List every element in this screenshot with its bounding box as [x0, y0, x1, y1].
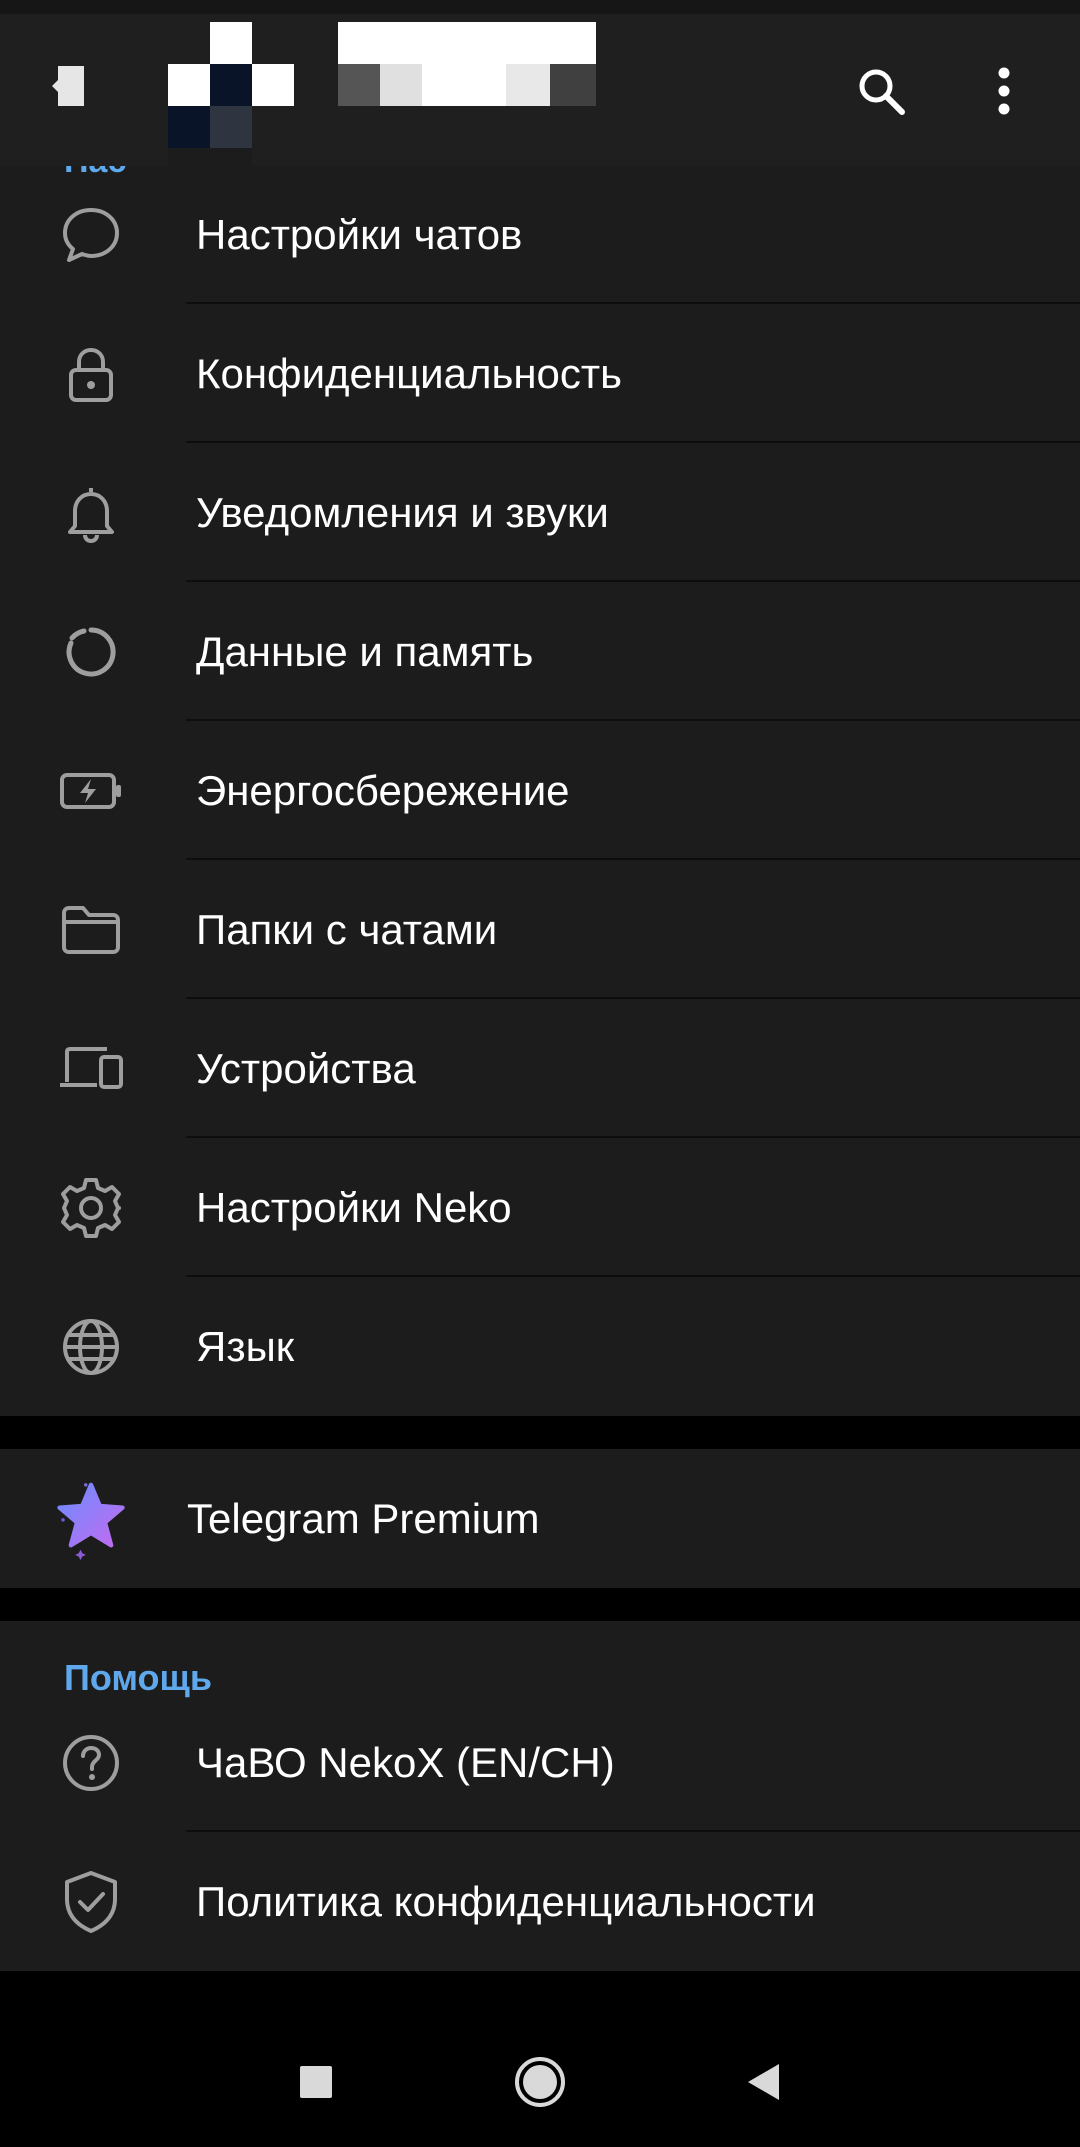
back-triangle-icon: [748, 2064, 779, 2100]
status-bar-strip: [0, 0, 1080, 14]
top-app-bar: [0, 0, 1080, 182]
settings-item-label: Настройки Neko: [196, 1183, 512, 1231]
settings-item-label: Устройства: [196, 1044, 416, 1092]
settings-item-devices[interactable]: Устройства: [0, 999, 1080, 1138]
avatar[interactable]: [168, 22, 296, 182]
gear-icon: [56, 1173, 126, 1243]
chat-bubble-icon: [56, 200, 126, 270]
folder-icon: [56, 895, 126, 965]
profile-name-censored: [338, 22, 596, 106]
back-button[interactable]: [40, 60, 96, 116]
premium-section: Telegram Premium: [0, 1449, 1080, 1588]
battery-bolt-icon: [56, 756, 126, 826]
help-item-label: Политика конфиденциальности: [196, 1877, 816, 1925]
premium-label: Telegram Premium: [187, 1494, 540, 1542]
more-vertical-icon: [998, 67, 1010, 115]
help-section-header: Помощь: [0, 1621, 1080, 1698]
settings-item-label: Конфиденциальность: [196, 349, 623, 397]
settings-list: Настройки чатов Конфиденциальность Уведо…: [0, 114, 1080, 1971]
globe-icon: [56, 1312, 126, 1382]
section-gap: [0, 1588, 1080, 1621]
settings-item-label: Данные и память: [196, 627, 534, 675]
settings-item-language[interactable]: Язык: [0, 1277, 1080, 1416]
search-icon: [859, 69, 905, 115]
telegram-premium-item[interactable]: Telegram Premium: [0, 1449, 1080, 1588]
settings-screen: Настройки чатов Конфиденциальность Уведо…: [0, 0, 1080, 2147]
shield-check-icon: [56, 1867, 126, 1937]
bell-icon: [56, 478, 126, 548]
help-section: Помощь ЧаВО NekoX (EN/CH) Политика конфи…: [0, 1621, 1080, 1971]
home-button[interactable]: [502, 2044, 578, 2120]
question-icon: [56, 1728, 126, 1798]
home-circle-icon: [515, 2057, 565, 2107]
section-gap: [0, 1416, 1080, 1449]
system-navigation-bar: [0, 2016, 1080, 2147]
settings-item-neko[interactable]: Настройки Neko: [0, 1138, 1080, 1277]
settings-item-label: Язык: [196, 1322, 295, 1370]
lock-icon: [56, 339, 126, 409]
settings-item-privacy[interactable]: Конфиденциальность: [0, 304, 1080, 443]
data-circle-icon: [56, 617, 126, 687]
settings-item-notifications[interactable]: Уведомления и звуки: [0, 443, 1080, 582]
search-button[interactable]: [846, 56, 916, 126]
settings-item-label: Настройки чатов: [196, 210, 523, 258]
settings-item-chats[interactable]: Настройки чатов: [0, 165, 1080, 304]
settings-item-label: Папки с чатами: [196, 905, 498, 953]
back-arrow-icon: [52, 66, 84, 106]
settings-item-folders[interactable]: Папки с чатами: [0, 860, 1080, 999]
system-back-button[interactable]: [726, 2044, 802, 2120]
settings-item-label: Энергосбережение: [196, 766, 570, 814]
settings-item-data[interactable]: Данные и память: [0, 582, 1080, 721]
help-item-label: ЧаВО NekoX (EN/CH): [196, 1738, 615, 1786]
settings-item-label: Уведомления и звуки: [196, 488, 609, 536]
help-item-faq[interactable]: ЧаВО NekoX (EN/CH): [0, 1693, 1080, 1832]
settings-item-power-saving[interactable]: Энергосбережение: [0, 721, 1080, 860]
recents-square-icon: [300, 2066, 332, 2098]
devices-icon: [56, 1034, 126, 1104]
help-item-privacy-policy[interactable]: Политика конфиденциальности: [0, 1832, 1080, 1971]
recents-button[interactable]: [278, 2044, 354, 2120]
more-options-button[interactable]: [980, 56, 1028, 126]
premium-star-icon: [56, 1482, 126, 1560]
